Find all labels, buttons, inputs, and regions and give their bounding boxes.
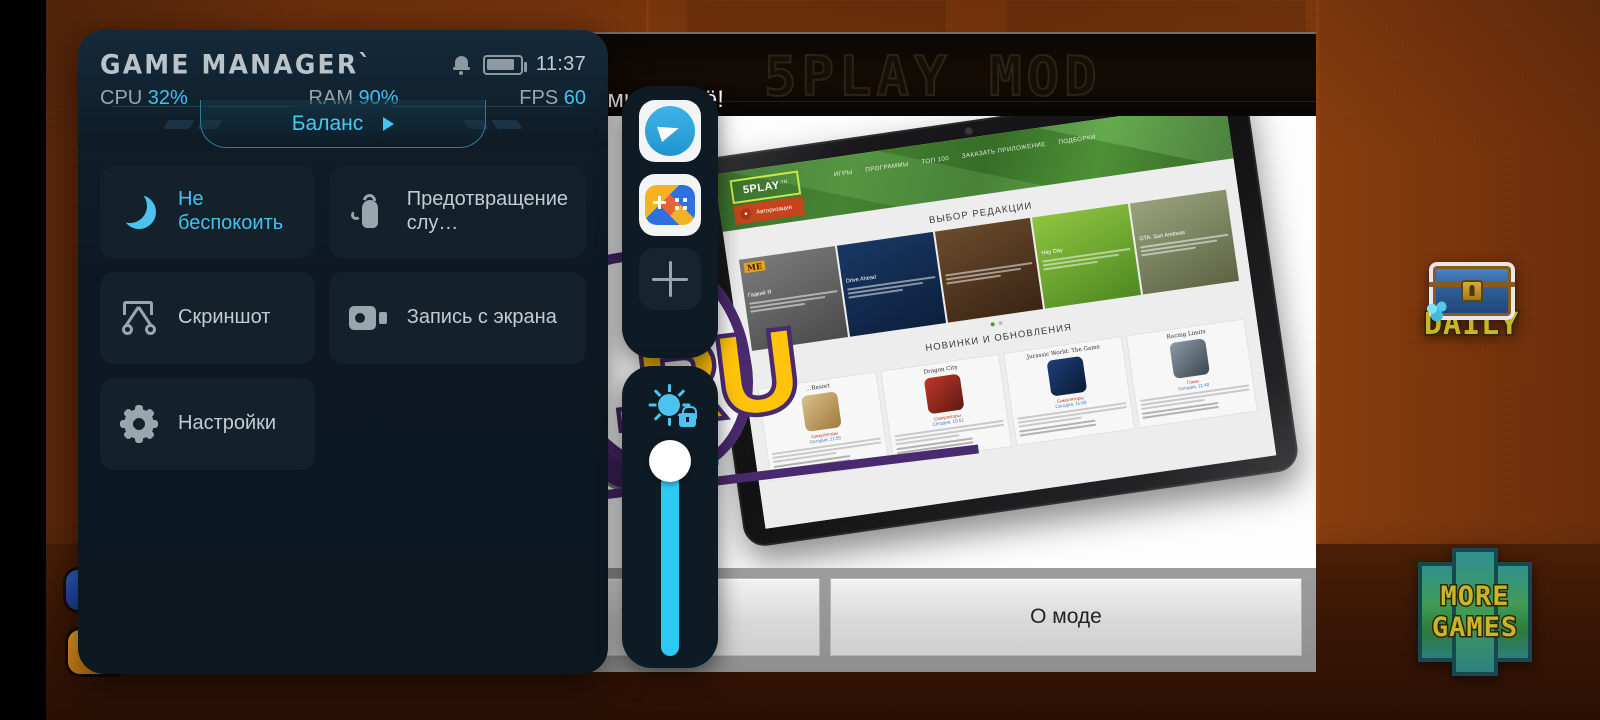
editor-card[interactable]: GTA: San Andreas: [1130, 189, 1239, 295]
news-card[interactable]: Dragon City Симуляторы Сегодня, 10:51: [880, 353, 1013, 464]
performance-mode-selector[interactable]: Баланс: [200, 100, 486, 148]
news-card-thumbnail: [923, 373, 965, 415]
brightness-slider-knob[interactable]: [649, 440, 691, 482]
news-card[interactable]: Racing Limits Гонки Сегодня, 11:40: [1125, 318, 1258, 429]
tile-screenshot-label: Скриншот: [178, 306, 271, 329]
editor-card-badge: ME: [743, 260, 766, 274]
screen: 5PLAY MOD ажми на неё! 5PLAY.ru ИГРЫ ПРО…: [0, 0, 1600, 720]
game-manager-title-row: GAME MANAGER` 11:37: [78, 30, 608, 80]
tile-prevent-touch-label: Предотвращение слу…: [406, 188, 568, 234]
tablet-illustration: 5PLAY.ru ИГРЫ ПРОГРАММЫ ТОП 100 ЗАКАЗАТЬ…: [672, 116, 1316, 568]
plus-icon[interactable]: [639, 248, 701, 310]
brightness-slider[interactable]: [649, 440, 691, 656]
tile-settings-label: Настройки: [178, 412, 277, 435]
more-games-badge[interactable]: MORE GAMES: [1400, 548, 1550, 676]
tile-screen-record-label: Запись с экрана: [406, 306, 557, 329]
site-logo-text: 5PLAY: [742, 179, 781, 197]
tablet-camera: [963, 126, 975, 137]
brightness-slider-fill: [661, 474, 679, 656]
brightness-lock-icon[interactable]: [646, 384, 697, 428]
about-mod-button[interactable]: О моде: [830, 578, 1302, 656]
google-play-games-icon[interactable]: [639, 174, 701, 236]
clock-label: 11:37: [535, 53, 586, 75]
site-auth-label: Авторизация: [755, 204, 793, 216]
editor-card[interactable]: [934, 217, 1044, 323]
daily-chest-badge[interactable]: DAILY: [1422, 262, 1520, 341]
site-nav-item[interactable]: ПОДБОРКИ: [1058, 134, 1096, 146]
quick-settings-grid: Не беспокоить Предотвращение слу… Скринш…: [78, 148, 608, 488]
gems-icon: [1422, 300, 1453, 322]
video-camera-icon: [347, 306, 389, 330]
editor-card-text: [944, 261, 1035, 287]
site-nav-item[interactable]: ПРОГРАММЫ: [865, 161, 909, 174]
editor-card-title: Гадкий Я: [747, 289, 772, 299]
game-manager-panel: GAME MANAGER` 11:37 CPU 32% RAM 90% FPS: [78, 30, 608, 674]
gear-icon: [118, 405, 160, 443]
tile-screen-record[interactable]: Запись с экрана: [328, 272, 586, 364]
more-games-plate: MORE GAMES: [1400, 548, 1550, 676]
game-manager-header: GAME MANAGER` 11:37 CPU 32% RAM 90% FPS: [78, 30, 608, 148]
game-manager-logo: GAME MANAGER`: [100, 49, 373, 80]
more-games-label-2: GAMES: [1430, 612, 1519, 643]
floating-app-dock: [622, 86, 718, 358]
tablet-screen: 5PLAY.ru ИГРЫ ПРОГРАММЫ ТОП 100 ЗАКАЗАТЬ…: [714, 116, 1277, 529]
tile-do-not-disturb-label: Не беспокоить: [178, 188, 284, 234]
tile-settings[interactable]: Настройки: [100, 378, 315, 470]
news-card[interactable]: …Resort Симуляторы Сегодня, 11:55: [757, 371, 890, 482]
editor-card-title: Hay Day: [1041, 247, 1064, 257]
performance-mode-label: Баланс: [291, 111, 364, 135]
news-card-thumbnail: [1169, 338, 1210, 379]
battery-icon: [482, 54, 527, 75]
editor-card[interactable]: Drive Ahead: [836, 231, 946, 337]
chevron-right-icon[interactable]: [383, 116, 395, 131]
news-card-thumbnail: [1046, 355, 1088, 397]
scissors-icon: [118, 301, 160, 335]
device-notch-bar: [0, 0, 46, 720]
touch-icon: [347, 191, 389, 230]
site-nav: ИГРЫ ПРОГРАММЫ ТОП 100 ЗАКАЗАТЬ ПРИЛОЖЕН…: [833, 134, 1096, 179]
site-logo-tld: .ru: [778, 178, 789, 186]
editor-card-title: Drive Ahead: [845, 274, 877, 285]
tablet-device: 5PLAY.ru ИГРЫ ПРОГРАММЫ ТОП 100 ЗАКАЗАТЬ…: [690, 116, 1301, 549]
site-nav-item[interactable]: ТОП 100: [921, 155, 949, 166]
moon-icon: [113, 189, 160, 229]
news-card[interactable]: Jurassic World: The Game Симуляторы Сего…: [1002, 336, 1136, 447]
tile-screenshot[interactable]: Скриншот: [100, 272, 315, 364]
tile-prevent-touch[interactable]: Предотвращение слу…: [328, 166, 586, 258]
news-card-thumbnail: [801, 391, 842, 433]
site-nav-item[interactable]: ЗАКАЗАТЬ ПРИЛОЖЕНИЕ: [961, 141, 1046, 160]
status-area: 11:37: [452, 53, 586, 76]
more-games-label-1: MORE: [1439, 581, 1510, 612]
user-icon: ●: [739, 207, 753, 221]
treasure-chest-icon: [1422, 262, 1515, 322]
bell-icon[interactable]: [452, 55, 470, 75]
editor-card[interactable]: ME Гадкий Я: [738, 246, 848, 351]
telegram-icon[interactable]: [639, 100, 701, 162]
tile-do-not-disturb[interactable]: Не беспокоить: [100, 166, 315, 258]
site-nav-item[interactable]: ИГРЫ: [833, 169, 853, 179]
brightness-dock: [622, 366, 718, 668]
editor-card[interactable]: Hay Day: [1032, 203, 1142, 309]
lock-icon: [1460, 280, 1483, 302]
